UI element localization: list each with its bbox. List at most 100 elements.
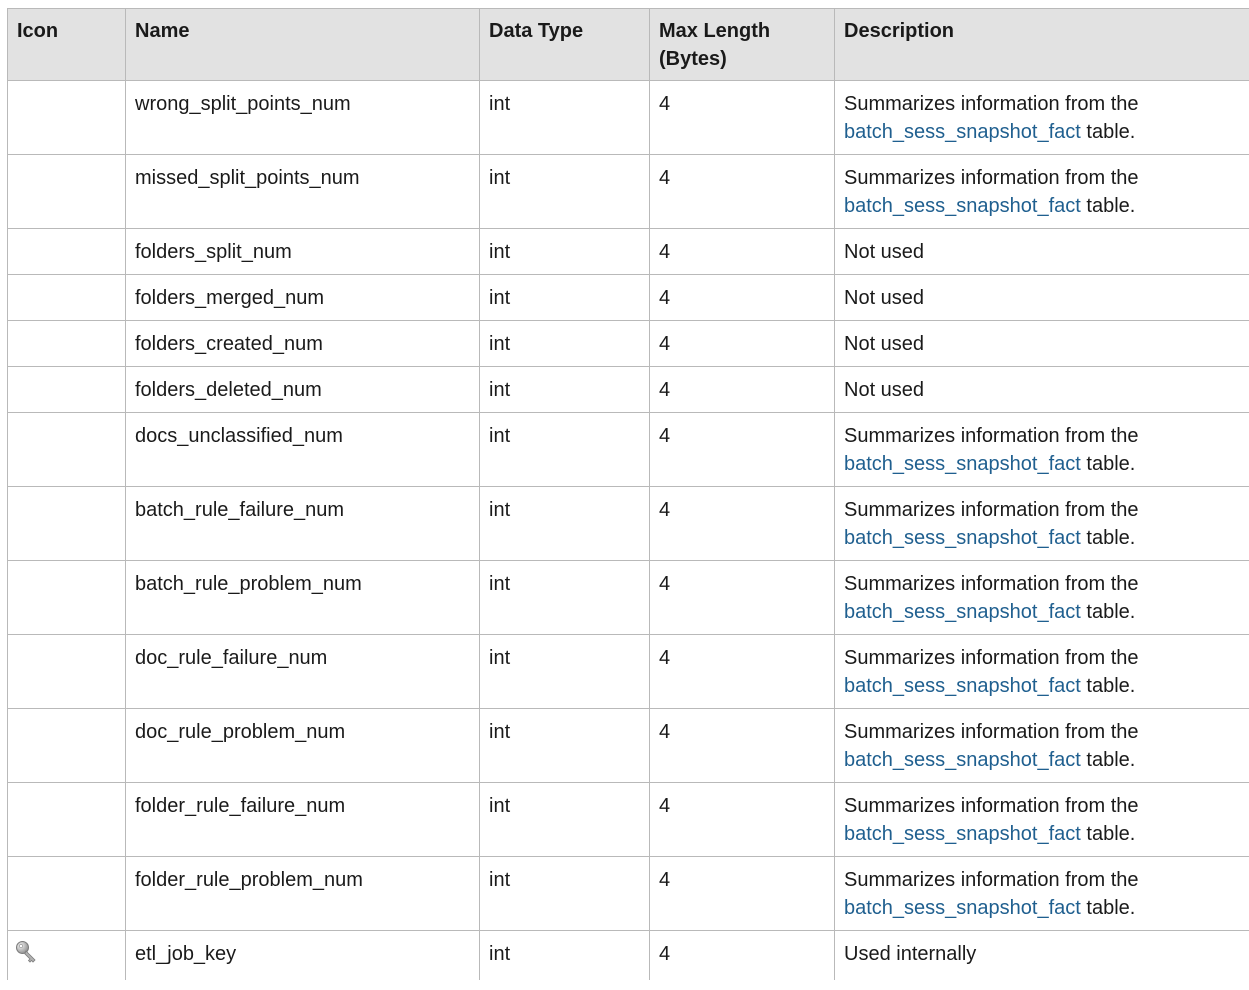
cell-icon — [7, 366, 126, 413]
table-row: folders_split_num int 4 Not used — [7, 228, 1249, 275]
table-row: folder_rule_problem_num int 4 Summarizes in… — [7, 856, 1249, 931]
cell-data-type: int — [479, 320, 650, 367]
cell-icon — [7, 412, 126, 487]
description-suffix: table. — [1080, 823, 1136, 845]
table-row: folder_rule_failure_num int 4 Summarizes in… — [7, 782, 1249, 857]
table-row: folders_deleted_num int 4 Not used — [7, 366, 1249, 413]
description-text: Summarizes information from the — [844, 499, 1139, 521]
cell-icon — [7, 856, 126, 931]
table-link[interactable]: batch_sess_snapshot_fact — [844, 675, 1081, 697]
cell-icon — [7, 320, 126, 367]
description-suffix: table. — [1080, 749, 1136, 771]
cell-icon — [7, 274, 126, 321]
cell-max-length: 4 — [649, 708, 835, 783]
table-link[interactable]: batch_sess_snapshot_fact — [844, 453, 1081, 475]
cell-description: Not used — [834, 320, 1249, 367]
cell-description: Not used — [834, 274, 1249, 321]
cell-max-length: 4 — [649, 486, 835, 561]
cell-data-type: int — [479, 560, 650, 635]
cell-max-length: 4 — [649, 320, 835, 367]
table-row: doc_rule_failure_num int 4 Summarizes infor… — [7, 634, 1249, 709]
description-suffix: table. — [1080, 601, 1136, 623]
cell-max-length: 4 — [649, 366, 835, 413]
table-link[interactable]: batch_sess_snapshot_fact — [844, 527, 1081, 549]
cell-data-type: int — [479, 154, 650, 229]
cell-max-length: 4 — [649, 634, 835, 709]
header-name: Name — [125, 8, 480, 81]
cell-data-type: int — [479, 634, 650, 709]
cell-icon — [7, 228, 126, 275]
table-link[interactable]: batch_sess_snapshot_fact — [844, 601, 1081, 623]
cell-icon — [7, 930, 126, 980]
cell-description: Summarizes information from the batch_ses… — [834, 708, 1249, 783]
cell-icon — [7, 782, 126, 857]
table-link[interactable]: batch_sess_snapshot_fact — [844, 897, 1081, 919]
header-icon: Icon — [7, 8, 126, 81]
header-description: Description — [834, 8, 1249, 81]
description-text: Summarizes information from the — [844, 93, 1139, 115]
table-row: folders_created_num int 4 Not used — [7, 320, 1249, 367]
cell-icon — [7, 154, 126, 229]
cell-data-type: int — [479, 930, 650, 980]
table-link[interactable]: batch_sess_snapshot_fact — [844, 749, 1081, 771]
cell-max-length: 4 — [649, 274, 835, 321]
table-row: batch_rule_failure_num int 4 Summarizes inf… — [7, 486, 1249, 561]
cell-description: Summarizes information from the batch_ses… — [834, 782, 1249, 857]
description-text: Summarizes information from the — [844, 573, 1139, 595]
cell-data-type: int — [479, 228, 650, 275]
cell-icon — [7, 486, 126, 561]
cell-data-type: int — [479, 274, 650, 321]
description-suffix: table. — [1080, 453, 1136, 475]
cell-description: Used internally — [834, 930, 1249, 980]
description-text: Summarizes information from the — [844, 869, 1139, 891]
description-suffix: table. — [1080, 897, 1136, 919]
table-row: missed_split_points_num int 4 Summarizes in… — [7, 154, 1249, 229]
header-data-type: Data Type — [479, 8, 650, 81]
table-row: docs_unclassified_num int 4 Summarizes info… — [7, 412, 1249, 487]
table-row: etl_job_key int 4 Used internally — [7, 930, 1249, 980]
cell-data-type: int — [479, 366, 650, 413]
cell-description: Summarizes information from the batch_ses… — [834, 80, 1249, 155]
header-max-length-line1: Max Length — [659, 20, 771, 42]
cell-name: docs_unclassified_num — [125, 412, 480, 487]
cell-data-type: int — [479, 486, 650, 561]
cell-name: batch_rule_failure_num — [125, 486, 480, 561]
cell-icon — [7, 634, 126, 709]
cell-name: folders_merged_num — [125, 274, 480, 321]
cell-data-type: int — [479, 412, 650, 487]
cell-data-type: int — [479, 708, 650, 783]
table-body: wrong_split_points_num int 4 Summarizes inf… — [7, 80, 1249, 980]
cell-description: Summarizes information from the batch_ses… — [834, 154, 1249, 229]
description-text: Summarizes information from the — [844, 425, 1139, 447]
header-row: Icon Name Data Type Max Length (Bytes) De… — [7, 8, 1249, 81]
cell-max-length: 4 — [649, 154, 835, 229]
cell-name: wrong_split_points_num — [125, 80, 480, 155]
description-text: Summarizes information from the — [844, 721, 1139, 743]
cell-name: folders_split_num — [125, 228, 480, 275]
header-max-length-line2: (Bytes) — [659, 48, 727, 70]
cell-max-length: 4 — [649, 228, 835, 275]
description-text: Summarizes information from the — [844, 167, 1139, 189]
cell-description: Summarizes information from the batch_ses… — [834, 856, 1249, 931]
table-link[interactable]: batch_sess_snapshot_fact — [844, 195, 1081, 217]
cell-icon — [7, 560, 126, 635]
cell-name: doc_rule_problem_num — [125, 708, 480, 783]
cell-description: Summarizes information from the batch_ses… — [834, 560, 1249, 635]
table-row: batch_rule_problem_num int 4 Summarizes inf… — [7, 560, 1249, 635]
cell-description: Summarizes information from the batch_ses… — [834, 634, 1249, 709]
table-row: folders_merged_num int 4 Not used — [7, 274, 1249, 321]
table-row: wrong_split_points_num int 4 Summarizes inf… — [7, 80, 1249, 155]
table-link[interactable]: batch_sess_snapshot_fact — [844, 823, 1081, 845]
description-text: Summarizes information from the — [844, 647, 1139, 669]
cell-max-length: 4 — [649, 930, 835, 980]
cell-data-type: int — [479, 782, 650, 857]
table-link[interactable]: batch_sess_snapshot_fact — [844, 121, 1081, 143]
cell-max-length: 4 — [649, 80, 835, 155]
cell-data-type: int — [479, 80, 650, 155]
cell-description: Not used — [834, 228, 1249, 275]
schema-table: Icon Name Data Type Max Length (Bytes) De… — [7, 8, 1249, 980]
description-suffix: table. — [1080, 121, 1136, 143]
description-suffix: table. — [1080, 675, 1136, 697]
header-max-length: Max Length (Bytes) — [649, 8, 835, 81]
cell-name: folders_deleted_num — [125, 366, 480, 413]
